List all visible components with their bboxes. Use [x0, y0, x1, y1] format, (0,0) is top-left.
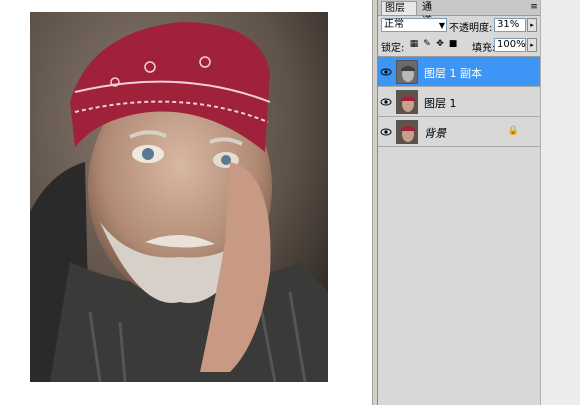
padlock-icon[interactable]: ■ — [448, 39, 458, 49]
layer-name: 图层 1 — [424, 97, 457, 110]
chevron-down-icon: ▼ — [438, 21, 445, 30]
portrait-image — [30, 12, 328, 382]
layer-row[interactable]: 图层 1 副本 — [378, 57, 541, 87]
lock-icon: 🔒 — [507, 126, 519, 136]
brush-lock-icon[interactable]: ✎ — [422, 39, 432, 49]
eye-icon[interactable] — [380, 126, 392, 138]
layer-thumbnail — [396, 60, 418, 84]
tab-layers[interactable]: 图层× — [381, 1, 417, 28]
layer-row[interactable]: 背景 🔒 — [378, 117, 541, 147]
document-canvas[interactable] — [0, 0, 372, 405]
blend-mode-select[interactable]: 正常 ▼ — [381, 18, 447, 32]
panel-dock-strip — [540, 0, 580, 405]
lock-row: 锁定: ▦ ✎ ✥ ■ 填充: 100% ▸ — [378, 36, 541, 56]
lock-label: 锁定: — [381, 43, 405, 54]
move-lock-icon[interactable]: ✥ — [435, 39, 445, 49]
opacity-slider-button[interactable]: ▸ — [527, 18, 537, 32]
eye-icon[interactable] — [380, 66, 392, 78]
blend-mode-value: 正常 — [384, 19, 404, 30]
layers-panel: 图层× 通道 ≡ 正常 ▼ 不透明度: 31% ▸ 锁定: ▦ ✎ ✥ ■ 填充… — [377, 0, 541, 405]
layer-name: 背景 — [424, 127, 446, 140]
layers-list: 图层 1 副本 图层 1 背景 🔒 — [378, 56, 541, 149]
opacity-input[interactable]: 31% — [494, 18, 526, 32]
layer-thumbnail — [396, 120, 418, 144]
layer-row[interactable]: 图层 1 — [378, 87, 541, 117]
fill-label: 填充: — [472, 43, 496, 54]
panel-tabs: 图层× 通道 ≡ — [378, 0, 541, 28]
layer-name: 图层 1 副本 — [424, 67, 482, 80]
opacity-label: 不透明度: — [449, 23, 493, 34]
layer-thumbnail — [396, 90, 418, 114]
tab-channels[interactable]: 通道 — [419, 1, 441, 27]
blend-row: 正常 ▼ 不透明度: 31% ▸ — [378, 16, 541, 36]
tab-layers-label: 图层 — [385, 3, 405, 14]
fill-slider-button[interactable]: ▸ — [527, 38, 537, 52]
panel-menu-icon[interactable]: ≡ — [529, 1, 539, 13]
eye-icon[interactable] — [380, 96, 392, 108]
layers-empty-area[interactable] — [378, 148, 541, 405]
transparency-lock-icon[interactable]: ▦ — [409, 39, 419, 49]
fill-input[interactable]: 100% — [494, 38, 526, 52]
portrait-photo[interactable] — [30, 12, 328, 382]
